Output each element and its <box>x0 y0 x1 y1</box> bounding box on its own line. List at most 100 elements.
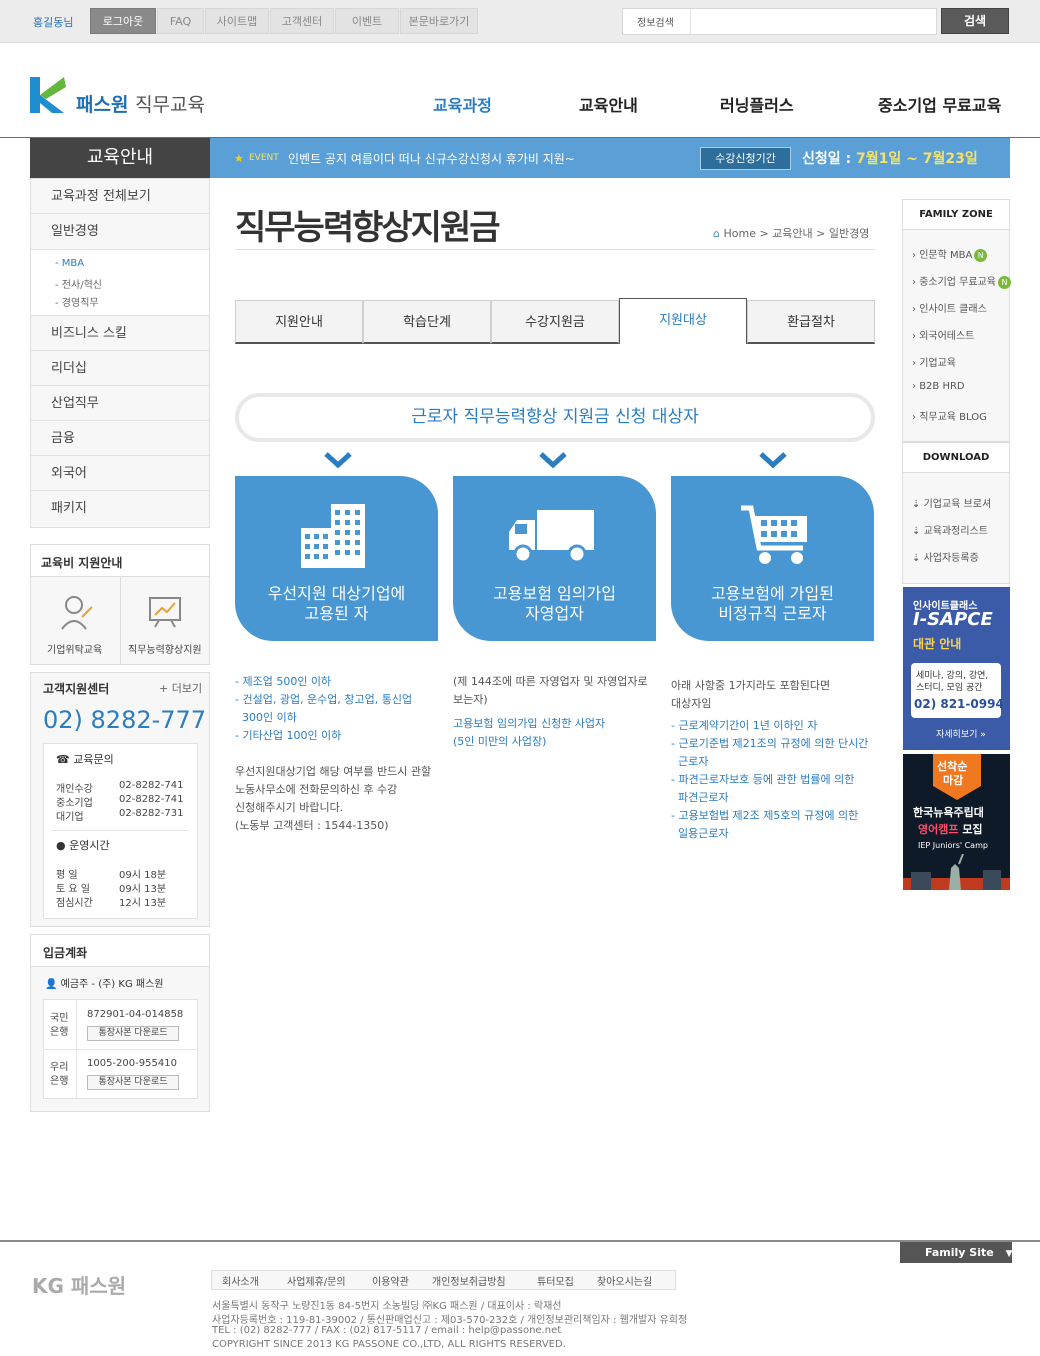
download-biz-reg[interactable]: ⇣ 사업자등록증 <box>912 549 979 564</box>
banner-text: 마감 <box>943 774 964 787</box>
download-panel: DOWNLOAD ⇣ 기업교육 브로셔 ⇣ 교육과정리스트 ⇣ 사업자등록증 <box>902 442 1010 584</box>
footer-link-tutor[interactable]: 튜터모집 <box>537 1273 574 1288</box>
family-item-mba[interactable]: › 인문학 MBA N <box>912 246 988 262</box>
banner-text: 한국뉴욕주립대 <box>913 806 984 819</box>
lnb-sub-innovation[interactable]: - 전사/혁신 <box>55 276 102 291</box>
tab-eligibility[interactable]: 지원대상 <box>619 298 747 344</box>
download-icon: ⇣ <box>912 499 921 510</box>
family-item-lang-test[interactable]: › 외국어테스트 <box>912 327 974 342</box>
cs-title: 고객지원센터 <box>43 682 110 696</box>
lnb-item-finance[interactable]: 금융 <box>31 421 209 456</box>
phone-icon: ☎ <box>56 753 70 766</box>
lnb-item-general-mgmt[interactable]: 일반경영 <box>31 214 209 249</box>
logout-button[interactable]: 로그아웃 <box>90 8 156 34</box>
section-title: 근로자 직무능력향상 지원금 신청 대상자 <box>235 393 875 442</box>
banner-text: IEP Juniors' Camp <box>918 841 988 850</box>
passbook-download-button[interactable]: 통장사본 다운로드 <box>87 1026 179 1041</box>
lnb-item-all-courses[interactable]: 교육과정 전체보기 <box>31 179 209 214</box>
note-line: (5인 미만의 사업장) <box>453 735 547 748</box>
tab-learning-steps[interactable]: 학습단계 <box>363 300 491 344</box>
event-link[interactable]: 이벤트 <box>335 8 399 34</box>
account-holder: 👤 예금주 - (주) KG 패스원 <box>45 979 164 990</box>
family-item-b2b[interactable]: › B2B HRD <box>912 381 965 392</box>
logo-text[interactable]: 패스원 직무교육 <box>76 90 205 117</box>
card-label: 고용보험에 가입된 비정규직 근로자 <box>711 584 834 623</box>
footer-link-privacy[interactable]: 개인정보취급방침 <box>432 1273 506 1288</box>
note-line: 300인 이하 <box>235 711 297 724</box>
footer-link-partnership[interactable]: 사업제휴/문의 <box>287 1273 346 1288</box>
family-item-blog[interactable]: › 직무교육 BLOG <box>912 408 987 423</box>
date-value: 7월1일 ~ 7월23일 <box>856 151 978 167</box>
family-zone-title: FAMILY ZONE <box>903 200 1009 230</box>
banner-more-link[interactable]: 자세히보기 » <box>936 727 986 740</box>
note-line: - 건설업, 광업, 운수업, 창고업, 통신업 <box>235 693 413 706</box>
passbook-download-button[interactable]: 통장사본 다운로드 <box>87 1075 179 1090</box>
note-line: 신청해주시기 바랍니다. <box>235 801 344 814</box>
banner-text: I-SAPCE <box>913 609 993 630</box>
logo-icon[interactable] <box>30 77 66 113</box>
inquiry-value: 02-8282-741 <box>119 794 184 805</box>
note-line: - 기타산업 100인 이하 <box>235 729 342 742</box>
family-item-sme[interactable]: › 중소기업 무료교육 N <box>912 273 1011 289</box>
lnb-sub-mgmt-duty[interactable]: - 경영직무 <box>55 294 99 309</box>
lnb-item-language[interactable]: 외국어 <box>31 456 209 491</box>
bank-name: 우리 은행 <box>50 1062 69 1087</box>
footer-link-terms[interactable]: 이용약관 <box>372 1273 409 1288</box>
lnb-item-business-skill[interactable]: 비즈니스 스킬 <box>31 316 209 351</box>
chevron-down-icon <box>539 452 567 469</box>
gnb-guide[interactable]: 교육안내 <box>579 92 638 116</box>
page-title: 직무능력향상지원금 <box>235 208 501 248</box>
download-brochure[interactable]: ⇣ 기업교육 브로셔 <box>912 495 991 510</box>
lnb-item-leadership[interactable]: 리더십 <box>31 351 209 386</box>
breadcrumb: ⌂ Home > 교육안내 > 일반경영 <box>713 227 870 240</box>
event-text[interactable]: 인벤트 공지 여름이다 떠나 신규수강신청시 휴가비 지원~ <box>288 150 575 167</box>
new-badge-icon: N <box>997 276 1011 289</box>
search-button[interactable]: 검색 <box>941 8 1009 34</box>
family-item-insight[interactable]: › 인사이트 클래스 <box>912 300 987 315</box>
footer-menu: 회사소개 사업제휴/문의 이용약관 개인정보취급방침 튜터모집 찾아오시는길 <box>211 1270 676 1290</box>
lnb-title: 교육안내 <box>30 138 210 178</box>
gnb-learning-plus[interactable]: 러닝플러스 <box>720 92 794 116</box>
skip-to-content-link[interactable]: 본문바로가기 <box>400 8 478 34</box>
camp-banner[interactable]: 선착순 마감 한국뉴욕주립대 영어캠프 모집 IEP Juniors' Camp <box>903 754 1010 890</box>
inquiry-label: 개인수강 <box>56 784 93 795</box>
support-item-consign[interactable]: 기업위탁교육 <box>47 641 102 656</box>
logo-brand: 패스원 <box>76 94 129 116</box>
cs-more-link[interactable]: + 더보기 <box>159 680 202 696</box>
note-line: - 근로기준법 제21조의 규정에 의한 단시간 <box>671 737 869 750</box>
faq-link[interactable]: FAQ <box>157 8 204 34</box>
family-site-select[interactable]: Family Site ▼ <box>900 1242 1012 1263</box>
note-line: - 제조업 500인 이하 <box>235 675 332 688</box>
tab-support-info[interactable]: 지원안내 <box>235 300 363 344</box>
tab-tuition-support[interactable]: 수강지원금 <box>491 300 619 344</box>
footer-link-about[interactable]: 회사소개 <box>222 1273 259 1288</box>
card-label: 우선지원 대상기업에 고용된 자 <box>267 584 406 623</box>
lnb-item-package[interactable]: 패키지 <box>31 491 209 526</box>
footer-address: TEL : (02) 8282-777 / FAX : (02) 817-511… <box>212 1325 562 1336</box>
search-input[interactable] <box>690 9 936 34</box>
cs-center-panel: 고객지원센터 + 더보기 02) 8282-777 ☎ 교육문의 개인수강 02… <box>30 672 210 927</box>
lnb-sub-mba[interactable]: - MBA <box>55 258 84 269</box>
inquiry-label: 대기업 <box>56 812 84 823</box>
family-item-corp-edu[interactable]: › 기업교육 <box>912 354 956 369</box>
note-line: - 근로계약기간이 1년 이하인 자 <box>671 719 818 732</box>
i-space-banner[interactable]: 인사이트클래스 I-SAPCE 대관 안내 세미나, 강의, 강연, 스터디, … <box>903 587 1010 750</box>
hours-value: 12시 13분 <box>119 898 167 909</box>
note-line: 우선지원대상기업 해당 여부를 반드시 관할 <box>235 765 432 778</box>
note-col1: - 제조업 500인 이하 - 건설업, 광업, 운수업, 창고업, 통신업 3… <box>235 673 431 835</box>
enroll-date: 신청일 : 7월1일 ~ 7월23일 <box>802 148 978 168</box>
footer-link-location[interactable]: 찾아오시는길 <box>597 1273 652 1288</box>
inquiry-title: ☎ 교육문의 <box>56 753 114 766</box>
lnb-menu: 교육과정 전체보기 일반경영 - MBA - 전사/혁신 - 경영직무 비즈니스… <box>30 178 210 528</box>
cs-phone: 02) 8282-777 <box>43 706 207 734</box>
gnb-courses[interactable]: 교육과정 <box>433 92 492 116</box>
support-item-duty[interactable]: 직무능력향상지원 <box>128 641 202 656</box>
tab-refund-process[interactable]: 환급절차 <box>747 300 875 344</box>
account-title: 입금계좌 <box>43 946 88 960</box>
hours-value: 09시 13분 <box>119 884 167 895</box>
customer-center-link[interactable]: 고객센터 <box>270 8 334 34</box>
sitemap-link[interactable]: 사이트맵 <box>205 8 269 34</box>
gnb-sme-free[interactable]: 중소기업 무료교육 <box>878 92 1001 116</box>
download-course-list[interactable]: ⇣ 교육과정리스트 <box>912 522 988 537</box>
lnb-item-industry[interactable]: 산업직무 <box>31 386 209 421</box>
